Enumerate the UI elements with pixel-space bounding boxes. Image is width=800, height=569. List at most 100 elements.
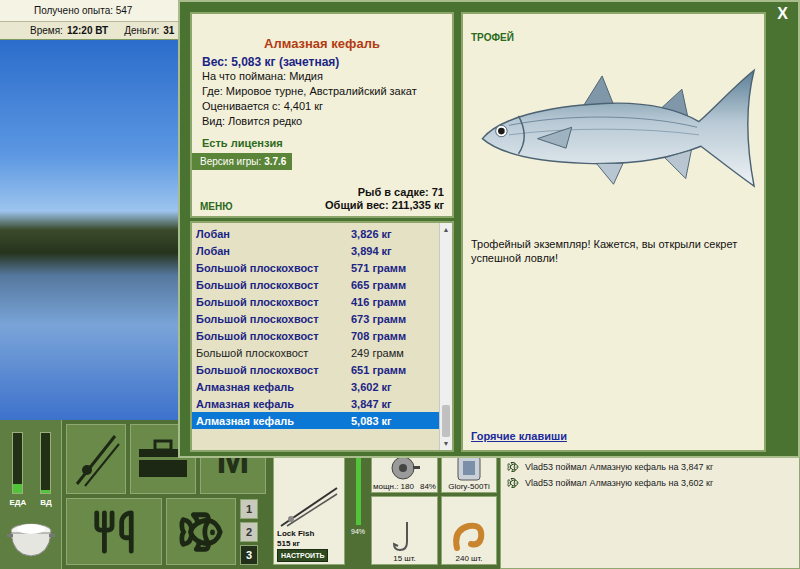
catch-row[interactable]: Большой плоскохвост708 грамм — [192, 327, 439, 344]
catch-weight: 571 грамм — [351, 262, 439, 274]
hook-icon — [389, 520, 419, 554]
line-name: Glory-500Ti — [448, 482, 490, 491]
rod-capacity: 515 кг — [277, 539, 300, 548]
hotkeys-link[interactable]: Горячие клавиши — [471, 430, 756, 442]
rods-icon — [71, 432, 121, 487]
keep-count: Рыб в садке: 71 — [325, 186, 444, 199]
catch-weight: 665 грамм — [351, 279, 439, 291]
catch-name: Алмазная кефаль — [196, 398, 351, 410]
catch-weight: 249 грамм — [351, 347, 439, 359]
fish-detail: На что поймана: Мидия — [192, 69, 452, 84]
fish-detail: Оценивается с: 4,401 кг — [192, 99, 452, 114]
catch-name: Большой плоскохвост — [196, 347, 351, 359]
fish-info: Алмазная кефальВес: 5,083 кг (зачетная)Н… — [190, 12, 454, 218]
hook-count: 15 шт. — [393, 554, 416, 563]
scrollbar[interactable]: ▲▼ — [439, 223, 452, 450]
scroll-down-button[interactable]: ▼ — [440, 437, 452, 450]
food-button[interactable] — [66, 498, 162, 565]
catch-list: Лобан3,826 кгЛобан3,894 кгБольшой плоско… — [190, 221, 454, 452]
catch-row[interactable]: Большой плоскохвост249 грамм — [192, 344, 439, 361]
slot-tab[interactable]: 3 — [240, 545, 258, 565]
fish-icon — [178, 509, 224, 555]
fish-icon — [507, 477, 519, 489]
meter-track — [40, 432, 51, 494]
catch-weight: 3,847 кг — [351, 398, 439, 410]
catch-weight: 3,894 кг — [351, 245, 439, 257]
catch-row[interactable]: Алмазная кефаль3,602 кг — [192, 378, 439, 395]
scroll-thumb[interactable] — [442, 405, 450, 437]
version-value: 3.7.6 — [264, 156, 286, 167]
money-value: 31 — [163, 25, 174, 36]
close-button[interactable]: X — [775, 5, 790, 23]
menu-row: МЕНЮ Рыб в садке: 71Общий вес: 211,335 кг — [192, 186, 452, 212]
reel-power: мощн.: 180 — [373, 482, 414, 491]
catch-row[interactable]: Большой плоскохвост416 грамм — [192, 293, 439, 310]
catch-row[interactable]: Большой плоскохвост571 грамм — [192, 259, 439, 276]
rods-button[interactable] — [66, 424, 126, 494]
catch-name: Лобан — [196, 245, 351, 257]
log-text: Vlad53 поймал Алмазную кефаль на 3,602 к… — [525, 478, 713, 488]
catch-name: Большой плоскохвост — [196, 296, 351, 308]
experience-text: Получено опыта: 547 — [34, 5, 132, 16]
meter-fill — [13, 484, 22, 493]
fish-icon — [507, 461, 519, 473]
catch-row[interactable]: Большой плоскохвост673 грамм — [192, 310, 439, 327]
catch-weight: 708 грамм — [351, 330, 439, 342]
fish-detail: Вид: Ловится редко — [192, 114, 452, 129]
license-text: Есть лицензия — [192, 137, 452, 149]
hook-slot[interactable]: 15 шт. — [371, 496, 438, 565]
catch-row[interactable]: Большой плоскохвост651 грамм — [192, 361, 439, 378]
catch-row[interactable]: Большой плоскохвост665 грамм — [192, 276, 439, 293]
slot-tab[interactable]: 2 — [240, 522, 258, 542]
catch-row[interactable]: Лобан3,894 кг — [192, 242, 439, 259]
catch-weight: 651 грамм — [351, 364, 439, 376]
keepnet-button[interactable] — [166, 498, 236, 565]
slot-tab[interactable]: 1 — [240, 499, 258, 519]
game-screen: Получено опыта: 547 Время: 12:20 ВТ Деньги:… — [0, 0, 800, 569]
catch-weight: 5,083 кг — [351, 415, 439, 427]
food-pot[interactable] — [6, 517, 56, 563]
rod-icon — [277, 486, 339, 528]
catch-name: Большой плоскохвост — [196, 313, 351, 325]
catch-name: Большой плоскохвост — [196, 262, 351, 274]
catch-name: Большой плоскохвост — [196, 330, 351, 342]
catch-row[interactable]: Алмазная кефаль3,847 кг — [192, 395, 439, 412]
fish-detail: Где: Мировое турне, Австралийский закат — [192, 84, 452, 99]
mullet-icon — [471, 47, 756, 217]
catch-name: Большой плоскохвост — [196, 364, 351, 376]
reel-labels: мощн.: 18084% — [373, 482, 436, 491]
scroll-up-button[interactable]: ▲ — [440, 223, 452, 236]
fish-info-panel: Алмазная кефальВес: 5,083 кг (зачетная)Н… — [190, 12, 454, 452]
wear-text: 94% — [351, 528, 365, 535]
meter: ЕДА — [9, 432, 26, 507]
catch-name: Алмазная кефаль — [196, 381, 351, 393]
log-line: Vlad53 поймал Алмазную кефаль на 3,847 к… — [507, 459, 793, 475]
trophy-label: ТРОФЕЙ — [471, 32, 756, 43]
catch-dialog: X Алмазная кефальВес: 5,083 кг (зачетная)… — [178, 0, 800, 458]
catch-row[interactable]: Алмазная кефаль5,083 кг — [192, 412, 439, 429]
keepnet-stats: Рыб в садке: 71Общий вес: 211,335 кг — [325, 186, 444, 212]
version-band: Версия игры: 3.7.6 — [192, 153, 292, 170]
log-line: Vlad53 поймал Алмазную кефаль на 3,602 к… — [507, 475, 793, 491]
catch-weight: 3,826 кг — [351, 228, 439, 240]
meter-label: ЕДА — [9, 498, 26, 507]
slot-tabs: 1 2 3 — [240, 498, 260, 565]
fish-title: Алмазная кефаль — [192, 36, 452, 51]
time-label: Время: — [30, 25, 63, 36]
configure-button[interactable]: НАСТРОИТЬ — [277, 549, 328, 562]
meter-label: ВД — [40, 498, 51, 507]
money-label: Деньги: — [124, 25, 159, 36]
catch-name: Лобан — [196, 228, 351, 240]
bait-icon — [451, 520, 487, 554]
time-value: 12:20 ВТ — [67, 25, 108, 36]
meter: ВД — [40, 432, 51, 507]
meter-row: ЕДА ВД — [9, 432, 51, 507]
meter-track — [12, 432, 23, 494]
scroll-track — [440, 236, 452, 437]
catch-name: Большой плоскохвост — [196, 279, 351, 291]
bait-slot[interactable]: 240 шт. — [441, 496, 497, 565]
menu-button[interactable]: МЕНЮ — [200, 201, 233, 212]
catch-weight: 3,602 кг — [351, 381, 439, 393]
catch-row[interactable]: Лобан3,826 кг — [192, 225, 439, 242]
line-spool-icon — [454, 454, 484, 482]
